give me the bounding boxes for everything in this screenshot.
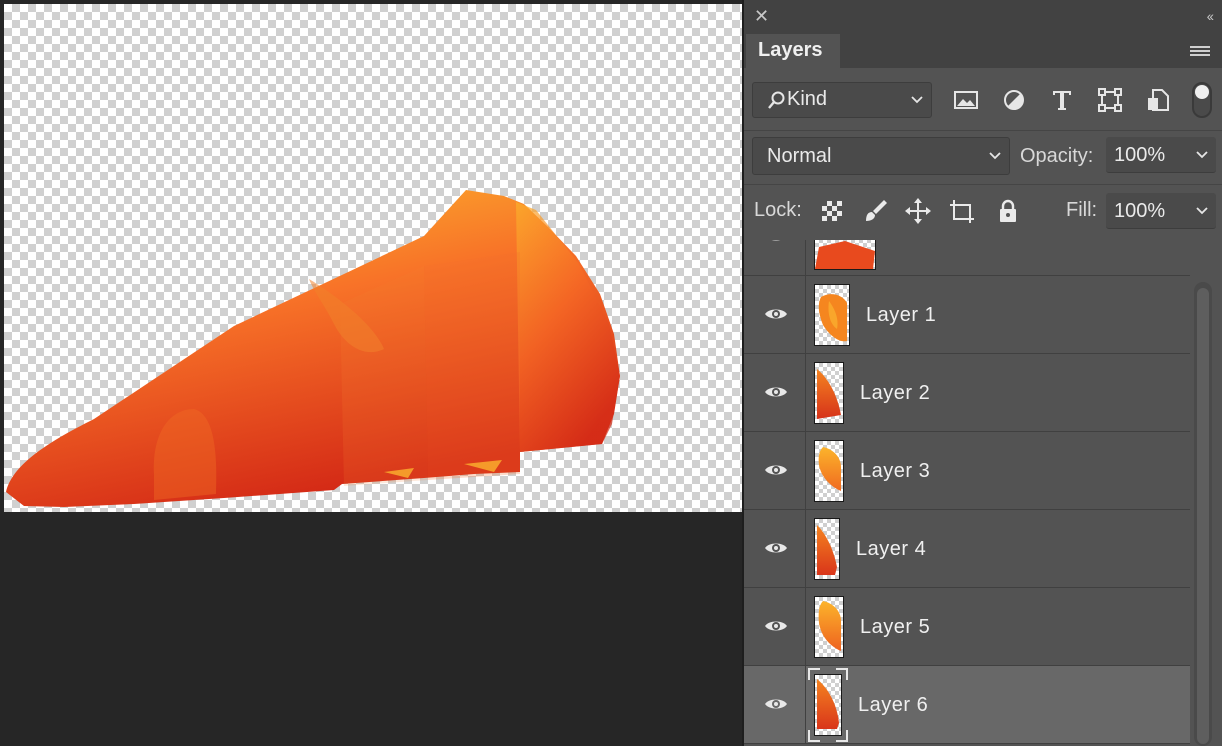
layer-name[interactable]: Layer 6	[858, 694, 928, 717]
layer-thumbnail	[814, 440, 844, 502]
carrot-artwork	[6, 190, 620, 507]
eye-icon[interactable]	[764, 462, 788, 478]
eye-icon[interactable]	[764, 618, 788, 634]
fill-field[interactable]: 100%	[1106, 193, 1216, 229]
visibility-cell	[744, 354, 806, 431]
adjustment-filter-icon[interactable]	[1000, 86, 1028, 114]
visibility-cell	[744, 240, 806, 275]
smart-object-filter-icon[interactable]	[1144, 86, 1172, 114]
panel-menu-icon[interactable]	[1190, 46, 1210, 58]
layer-row[interactable]: Layer 5	[744, 588, 1190, 666]
layer-name[interactable]: Layer 5	[860, 616, 930, 639]
selection-bracket	[808, 668, 820, 680]
panel-tab-bar: Layers	[744, 34, 1222, 68]
layer-row[interactable]: Layer 2	[744, 354, 1190, 432]
search-icon	[768, 91, 785, 109]
opacity-value: 100%	[1114, 144, 1166, 166]
visibility-cell	[744, 666, 806, 743]
layer-name[interactable]: Layer 1	[866, 304, 936, 327]
visibility-cell	[744, 588, 806, 665]
chevron-down-icon	[989, 152, 1001, 160]
document-canvas[interactable]	[4, 4, 742, 512]
blend-mode-select[interactable]: Normal	[752, 137, 1010, 175]
tab-layers[interactable]: Layers	[746, 34, 840, 68]
lock-transparency-icon[interactable]	[818, 197, 846, 225]
chevron-down-icon	[1196, 151, 1208, 159]
selection-bracket	[836, 730, 848, 742]
visibility-cell	[744, 432, 806, 509]
lock-pixels-brush-icon[interactable]	[862, 197, 890, 225]
eye-icon[interactable]	[764, 384, 788, 400]
layer-thumbnail	[814, 518, 840, 580]
layer-name[interactable]: Layer 2	[860, 382, 930, 405]
lock-all-icon[interactable]	[994, 197, 1022, 225]
document-canvas-area	[0, 0, 742, 746]
layer-name[interactable]: Layer 3	[860, 460, 930, 483]
layer-thumbnail	[814, 284, 850, 346]
filter-row: Kind	[744, 68, 1222, 130]
layers-scrollbar[interactable]	[1194, 282, 1212, 746]
chevron-down-icon	[911, 96, 923, 104]
layer-row[interactable]: Layer 3	[744, 432, 1190, 510]
shape-filter-icon[interactable]	[1096, 86, 1124, 114]
blend-mode-value: Normal	[767, 145, 832, 167]
selection-bracket	[808, 730, 820, 742]
layer-row[interactable]: Layer 1	[744, 276, 1190, 354]
layer-row-selected[interactable]: Layer 6	[744, 666, 1190, 744]
filter-kind-select[interactable]: Kind	[752, 82, 932, 118]
scrollbar-thumb[interactable]	[1197, 288, 1209, 744]
eye-icon[interactable]	[764, 540, 788, 556]
fill-label: Fill:	[1066, 199, 1098, 221]
opacity-field[interactable]: 100%	[1106, 137, 1216, 173]
panel-header: ✕ ‹‹	[744, 0, 1222, 34]
layer-name[interactable]: Layer 4	[856, 538, 926, 561]
eye-icon[interactable]	[764, 696, 788, 712]
visibility-cell	[744, 276, 806, 353]
lock-artboard-icon[interactable]	[948, 197, 976, 225]
layer-row-partial[interactable]	[744, 240, 1190, 276]
lock-label: Lock:	[754, 199, 802, 221]
lock-row: Lock: Fill: 100%	[744, 184, 1222, 241]
layers-panel: ✕ ‹‹ Layers Kind Normal Opacity: 100% Lo…	[742, 0, 1222, 746]
filter-kind-label: Kind	[787, 88, 828, 110]
visibility-cell	[744, 510, 806, 587]
collapse-icon[interactable]: ‹‹	[1207, 8, 1214, 24]
selection-bracket	[836, 668, 848, 680]
image-filter-icon[interactable]	[952, 86, 980, 114]
layer-thumbnail	[814, 674, 842, 736]
layer-row[interactable]: Layer 4	[744, 510, 1190, 588]
filter-toggle[interactable]	[1192, 82, 1212, 118]
blend-row: Normal Opacity: 100%	[744, 130, 1222, 185]
chevron-down-icon	[1196, 207, 1208, 215]
type-filter-icon[interactable]	[1048, 86, 1076, 114]
lock-position-move-icon[interactable]	[904, 197, 932, 225]
layers-list: Layer 1 Layer 2 Layer 3 Layer 4 Layer 5 …	[744, 240, 1190, 746]
opacity-label: Opacity:	[1020, 145, 1094, 167]
fill-value: 100%	[1114, 200, 1166, 222]
layer-thumbnail	[814, 240, 876, 270]
close-icon[interactable]: ✕	[754, 6, 769, 26]
eye-icon[interactable]	[764, 306, 788, 322]
eye-icon[interactable]	[764, 240, 788, 244]
layer-thumbnail	[814, 362, 844, 424]
layer-thumbnail	[814, 596, 844, 658]
